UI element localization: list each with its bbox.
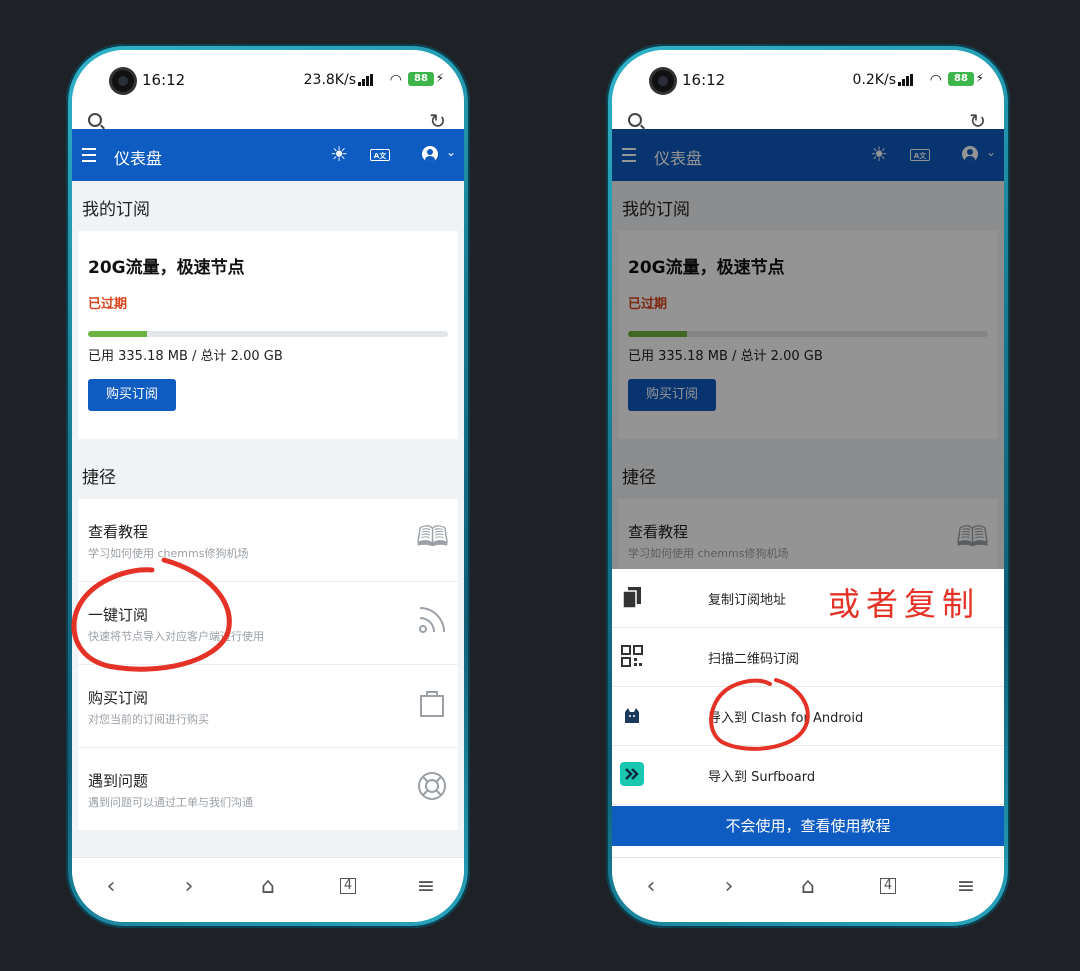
buy-subscription-button[interactable]: 购买订阅 bbox=[88, 379, 176, 411]
signal-icon bbox=[358, 74, 374, 86]
home-icon[interactable]: ⌂ bbox=[253, 874, 283, 899]
battery-icon: 88 bbox=[408, 72, 434, 86]
menu-icon[interactable] bbox=[82, 148, 96, 162]
sheet-item-label: 扫描二维码订阅 bbox=[708, 652, 800, 667]
wifi-icon: ◠ bbox=[929, 72, 942, 88]
chevron-down-icon[interactable]: ⌄ bbox=[446, 145, 456, 159]
battery-icon: 88 bbox=[948, 72, 974, 86]
front-camera bbox=[112, 70, 134, 92]
shortcut-title: 遇到问题 bbox=[88, 772, 149, 790]
annotation-text: 或者复制 bbox=[828, 585, 981, 623]
wifi-icon: ◠ bbox=[389, 72, 402, 88]
copy-icon bbox=[622, 587, 641, 609]
network-speed: 23.8K/s bbox=[303, 72, 356, 88]
user-icon[interactable] bbox=[422, 146, 438, 162]
translate-icon[interactable]: A文 bbox=[370, 149, 390, 161]
home-icon[interactable]: ⌂ bbox=[793, 874, 823, 899]
usage-progress-fill bbox=[88, 331, 148, 337]
clash-cat-icon bbox=[625, 708, 639, 723]
tabs-icon[interactable]: 4 bbox=[880, 878, 896, 894]
red-circle-annotation bbox=[71, 557, 232, 672]
bag-icon bbox=[420, 691, 444, 717]
dashboard-content: 我的订阅 20G流量，极速节点 已过期 已用 335.18 MB / 总计 2.… bbox=[72, 181, 464, 864]
browser-menu-icon[interactable]: ≡ bbox=[411, 874, 441, 899]
sheet-item-label: 导入到 Surfboard bbox=[708, 770, 816, 785]
forward-icon[interactable]: › bbox=[714, 874, 744, 899]
rss-icon bbox=[419, 607, 445, 633]
phone-left: 16:12 23.8K/s ◠ 88 ⚡ ↻ 仪表盘 ☀ A文 ⌄ 我的订阅 2… bbox=[66, 44, 470, 928]
network-speed: 0.2K/s bbox=[852, 72, 896, 88]
charging-icon: ⚡ bbox=[435, 71, 444, 85]
browser-nav-bar: ‹ › ⌂ 4 ≡ bbox=[72, 857, 464, 922]
shortcut-title: 购买订阅 bbox=[88, 689, 149, 707]
search-icon[interactable] bbox=[628, 113, 642, 127]
shortcut-desc: 遇到问题可以通过工单与我们沟通 bbox=[88, 796, 253, 809]
status-bar: 16:12 0.2K/s ◠ 88 ⚡ bbox=[612, 50, 1004, 106]
surfboard-icon bbox=[620, 762, 644, 786]
view-tutorial-button[interactable]: 不会使用，查看使用教程 bbox=[612, 806, 1004, 846]
shortcut-buy[interactable]: 购买订阅 对您当前的订阅进行购买 bbox=[78, 665, 458, 748]
charging-icon: ⚡ bbox=[975, 71, 984, 85]
usage-text: 已用 335.18 MB / 总计 2.00 GB bbox=[88, 349, 283, 364]
search-icon[interactable] bbox=[88, 113, 102, 127]
status-time: 16:12 bbox=[682, 71, 726, 89]
back-icon[interactable]: ‹ bbox=[636, 874, 666, 899]
shortcut-title: 查看教程 bbox=[88, 523, 149, 541]
front-camera bbox=[652, 70, 674, 92]
sheet-item-label: 复制订阅地址 bbox=[708, 593, 787, 608]
app-header: 仪表盘 ☀ A文 ⌄ bbox=[72, 129, 464, 181]
forward-icon[interactable]: › bbox=[174, 874, 204, 899]
shortcut-help[interactable]: 遇到问题 遇到问题可以通过工单与我们沟通 bbox=[78, 748, 458, 831]
section-title-subscription: 我的订阅 bbox=[82, 200, 150, 220]
subscription-card: 20G流量，极速节点 已过期 已用 335.18 MB / 总计 2.00 GB… bbox=[78, 231, 458, 439]
section-title-shortcuts: 捷径 bbox=[82, 468, 116, 488]
book-icon: 🕮 bbox=[416, 520, 450, 553]
status-bar: 16:12 23.8K/s ◠ 88 ⚡ bbox=[72, 50, 464, 106]
signal-icon bbox=[898, 74, 914, 86]
usage-progress-bar bbox=[88, 331, 448, 337]
red-circle-annotation bbox=[709, 678, 810, 751]
theme-sun-icon[interactable]: ☀ bbox=[330, 142, 348, 166]
qr-icon bbox=[621, 645, 643, 667]
browser-nav-bar: ‹ › ⌂ 4 ≡ bbox=[612, 857, 1004, 922]
plan-name: 20G流量，极速节点 bbox=[88, 258, 245, 278]
plan-status-badge: 已过期 bbox=[88, 297, 128, 312]
page-title: 仪表盘 bbox=[114, 149, 163, 168]
shortcut-desc: 对您当前的订阅进行购买 bbox=[88, 713, 209, 726]
browser-menu-icon[interactable]: ≡ bbox=[951, 874, 981, 899]
lifebuoy-icon bbox=[418, 772, 446, 800]
back-icon[interactable]: ‹ bbox=[96, 874, 126, 899]
sheet-item-import-surfboard[interactable]: 导入到 Surfboard bbox=[612, 746, 1004, 805]
status-time: 16:12 bbox=[142, 71, 186, 89]
phone-right: 16:12 0.2K/s ◠ 88 ⚡ ↻ 仪表盘 ☀ A文 ⌄ 我的订阅 20… bbox=[606, 44, 1010, 928]
tabs-icon[interactable]: 4 bbox=[340, 878, 356, 894]
